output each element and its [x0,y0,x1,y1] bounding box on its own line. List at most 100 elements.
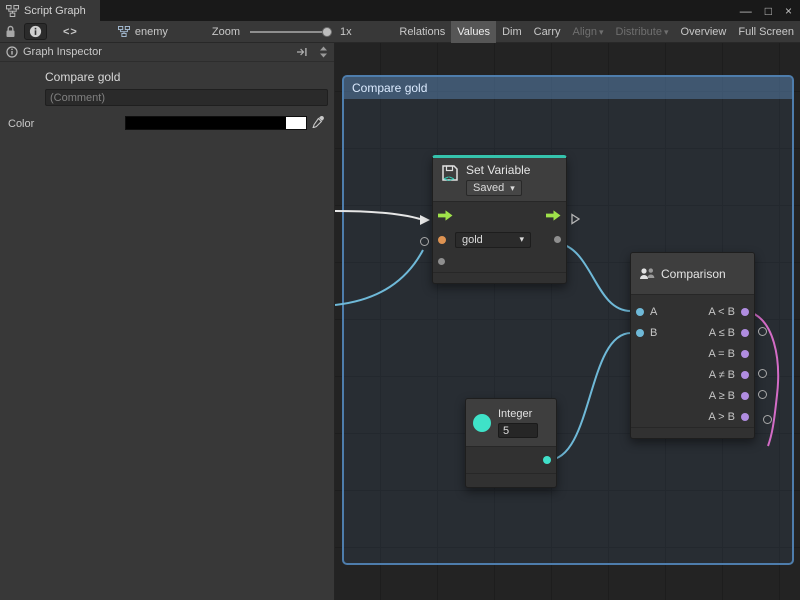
caret-down-icon: ▾ [599,27,604,37]
output-label-a-neq-b: A ≠ B [709,369,735,381]
values-button[interactable]: Values [451,21,496,43]
color-field[interactable] [125,116,307,130]
tab-script-graph[interactable]: Script Graph [0,0,100,21]
up-down-arrows-icon[interactable] [319,46,328,58]
carry-button[interactable]: Carry [528,21,567,43]
graph-asset-reference[interactable]: enemy [118,26,168,38]
fallback-value-row [433,251,566,272]
integer-value-field[interactable]: 5 [498,423,538,438]
graph-asset-icon [118,26,130,37]
variable-name-row: gold ▾ [433,228,566,251]
variable-name-dropdown[interactable]: gold ▾ [455,232,531,248]
unconnected-port-ring[interactable] [763,415,772,424]
output-label-a-eq-b: A = B [708,348,735,360]
info-icon [29,25,42,38]
group-title[interactable]: Compare gold [344,77,792,99]
variable-kind-dropdown[interactable]: Saved ▾ [466,180,522,196]
info-icon [6,46,18,58]
graph-inspector-panel: Graph Inspector Compare gold Color [0,43,335,600]
zoom-slider-track [250,31,332,33]
zoom-label: Zoom [212,26,240,38]
integer-output-port[interactable] [543,456,551,464]
color-field-label: Color [8,118,34,130]
lock-icon[interactable] [5,25,16,38]
integer-type-icon [473,414,491,432]
node-footer [433,272,566,283]
unconnected-port-ring[interactable] [758,369,767,378]
output-label-a-gt-b: A > B [708,411,735,423]
node-integer[interactable]: Integer 5 [465,398,557,488]
output-port-a-lt-b[interactable] [741,308,749,316]
output-port-a-eq-b[interactable] [741,350,749,358]
fallback-input-port[interactable] [438,258,445,265]
maximize-button[interactable]: □ [765,5,772,17]
close-button[interactable]: × [785,5,792,17]
comparison-row: B A ≤ B [631,322,754,343]
unconnected-port-ring[interactable] [758,390,767,399]
node-footer [631,427,754,438]
tab-label: Script Graph [24,5,86,17]
integer-header[interactable]: Integer 5 [466,399,556,447]
dock-panel-icon[interactable] [296,47,308,57]
comparison-row: A = B [631,343,754,364]
window-controls: — □ × [740,0,792,21]
graph-title: Compare gold [45,70,120,84]
zoom-slider-handle[interactable] [322,27,332,37]
output-port-a-lte-b[interactable] [741,329,749,337]
comparison-row: A A < B [631,301,754,322]
unconnected-port-ring[interactable] [420,237,429,246]
caret-down-icon: ▾ [664,27,669,37]
comparison-ports: A A < B B A ≤ B A = B A ≠ B [631,295,754,427]
variable-kind-value: Saved [473,182,504,194]
align-dropdown[interactable]: Align▾ [567,21,610,43]
integer-output-row [466,447,556,473]
comparison-icon [639,267,655,281]
toolbar-buttons: Relations Values Dim Carry Align▾ Distri… [393,21,800,43]
node-set-variable[interactable]: <> Set Variable Saved ▾ [432,155,567,284]
output-label-a-gte-b: A ≥ B [709,390,735,402]
unity-script-graph-window: Script Graph — □ × <> enemy Zoom 1x R [0,0,800,600]
set-variable-header[interactable]: <> Set Variable Saved ▾ [433,158,566,202]
value-output-port[interactable] [554,236,561,243]
caret-down-icon: ▾ [510,183,515,194]
node-title: Comparison [661,267,726,281]
input-port-b[interactable] [636,329,644,337]
inspector-toggle-button[interactable] [24,23,47,40]
node-footer [466,473,556,487]
input-label-b: B [650,327,657,339]
output-port-a-neq-b[interactable] [741,371,749,379]
inspector-title: Graph Inspector [23,46,102,58]
input-port-a[interactable] [636,308,644,316]
output-port-a-gt-b[interactable] [741,413,749,421]
color-value-black [126,117,286,129]
overview-button[interactable]: Overview [675,21,733,43]
node-comparison[interactable]: Comparison A A < B B A ≤ B A = B [630,252,755,439]
relations-button[interactable]: Relations [393,21,451,43]
comment-input[interactable] [45,89,328,106]
node-title: Integer [498,408,538,420]
graph-asset-name: enemy [135,26,168,38]
variable-input-port[interactable] [438,236,446,244]
minimize-button[interactable]: — [740,5,752,17]
script-graph-icon [6,5,19,17]
output-label-a-lte-b: A ≤ B [709,327,735,339]
comparison-header[interactable]: Comparison [631,253,754,295]
svg-text:<>: <> [444,175,455,184]
code-view-button[interactable]: <> [63,26,78,38]
distribute-dropdown[interactable]: Distribute▾ [610,21,675,43]
comparison-row: A > B [631,406,754,427]
fullscreen-button[interactable]: Full Screen [732,21,800,43]
align-label: Align [573,26,597,38]
alpha-value-white [286,117,306,129]
distribute-label: Distribute [616,26,662,38]
flow-input-arrow-icon[interactable] [438,210,453,221]
flow-output-arrow-icon[interactable] [546,210,561,221]
save-variable-icon: <> [440,163,460,183]
unconnected-port-ring[interactable] [758,327,767,336]
flow-ghost-triangle-icon[interactable] [571,213,580,225]
zoom-slider[interactable] [250,26,332,38]
dim-button[interactable]: Dim [496,21,528,43]
eyedropper-icon[interactable] [312,115,325,128]
output-port-a-gte-b[interactable] [741,392,749,400]
graph-canvas[interactable]: Compare gold <> Set Variable Saved ▾ [335,43,800,600]
